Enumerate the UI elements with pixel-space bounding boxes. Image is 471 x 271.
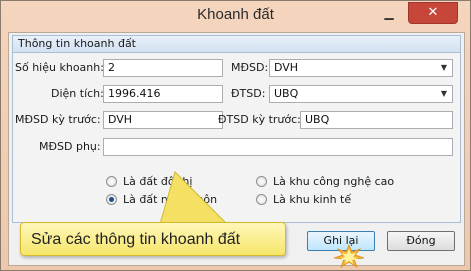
tooltip-callout: Sửa các thông tin khoanh đất	[20, 222, 286, 256]
chevron-down-icon[interactable]: ▼	[441, 60, 447, 76]
callout-pointer	[159, 171, 229, 225]
radio-dot[interactable]	[256, 176, 267, 187]
so-hieu-khoanh-label: Số hiệu khoanh:	[15, 61, 104, 74]
mdsd-value: DVH	[274, 61, 299, 74]
group-header: Thông tin khoanh đất	[13, 36, 460, 53]
dtsd-ky-truoc-field[interactable]: UBQ	[300, 111, 453, 129]
mdsd-ky-truoc-field[interactable]: DVH	[103, 111, 223, 129]
dtsd-combo[interactable]: UBQ ▼	[269, 85, 453, 103]
radio-khu-kinh-te[interactable]: Là khu kinh tế	[256, 193, 351, 206]
click-burst-icon	[333, 243, 365, 268]
dien-tich-label: Diện tích:	[51, 87, 104, 100]
mdsd-label: MĐSD:	[231, 61, 269, 74]
mdsd-combo[interactable]: DVH ▼	[269, 59, 453, 77]
minimize-icon[interactable]: ▁	[376, 6, 402, 24]
title-bar[interactable]: Khoanh đất ▁ ✕	[1, 1, 470, 31]
mdsd-phu-field[interactable]	[103, 138, 453, 156]
dtsd-label: ĐTSD:	[231, 87, 266, 100]
mdsd-phu-label: MĐSD phụ:	[39, 140, 101, 153]
radio-khu-cong-nghe-cao[interactable]: Là khu công nghệ cao	[256, 175, 394, 188]
dtsd-ky-truoc-label: ĐTSD kỳ trước:	[218, 113, 301, 126]
dien-tich-field[interactable]: 1996.416	[103, 85, 223, 103]
radio-dot[interactable]	[256, 194, 267, 205]
radio-dot[interactable]	[106, 176, 117, 187]
radio-label: Là khu kinh tế	[273, 193, 352, 206]
so-hieu-khoanh-field[interactable]: 2	[103, 59, 223, 77]
radio-label: Là khu công nghệ cao	[273, 175, 395, 188]
close-button[interactable]: Đóng	[387, 231, 455, 251]
info-group: Thông tin khoanh đất Số hiệu khoanh: 2 M…	[12, 35, 461, 223]
close-icon[interactable]: ✕	[408, 2, 458, 24]
radio-dot[interactable]	[106, 194, 117, 205]
chevron-down-icon[interactable]: ▼	[441, 86, 447, 102]
mdsd-ky-truoc-label: MĐSD kỳ trước:	[15, 113, 101, 126]
dtsd-value: UBQ	[274, 87, 299, 100]
